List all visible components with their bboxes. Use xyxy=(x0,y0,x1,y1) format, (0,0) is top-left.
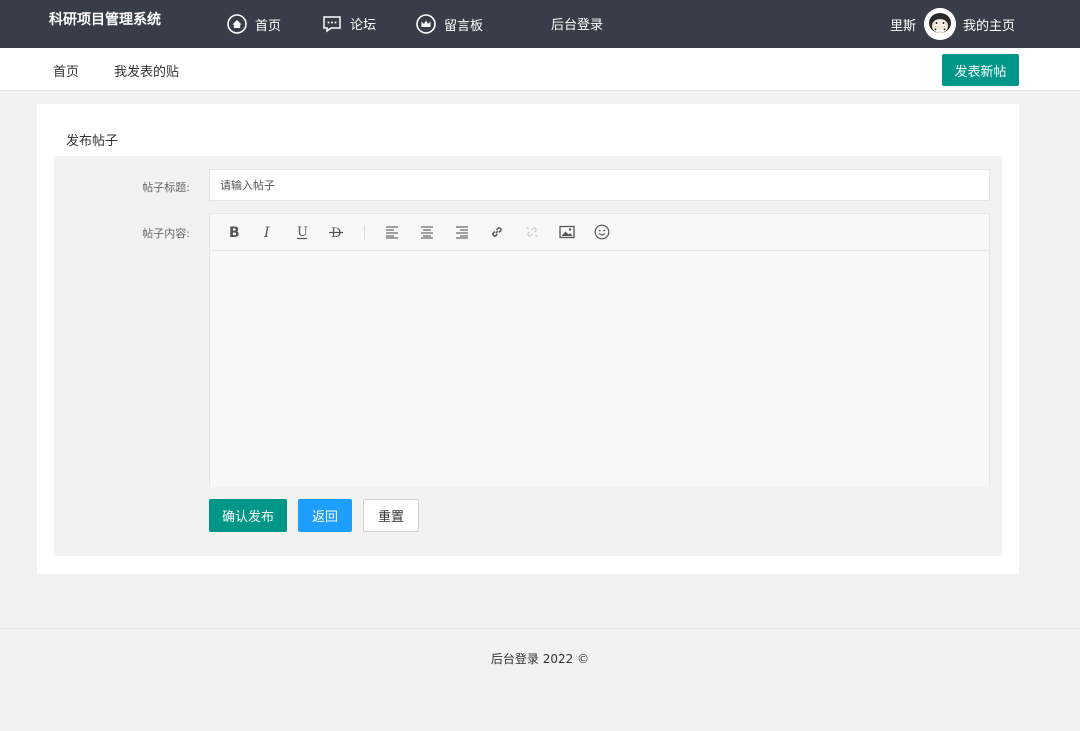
footer: 后台登录 2022 © xyxy=(490,652,590,666)
nav-home[interactable]: 首页 xyxy=(227,14,281,34)
emoji-icon[interactable] xyxy=(591,221,613,243)
avatar-monkey-icon xyxy=(924,8,956,40)
svg-text:U: U xyxy=(297,225,308,240)
sub-navigation: 首页 我发表的贴 发表新帖 xyxy=(0,48,1080,91)
unlink-icon[interactable] xyxy=(521,221,543,243)
italic-icon[interactable]: I xyxy=(257,221,279,243)
nav-admin-login-label: 后台登录 xyxy=(551,18,604,33)
post-form: 帖子标题: 帖子内容: B I U D xyxy=(54,156,1002,556)
subnav-my-posts[interactable]: 我发表的贴 xyxy=(114,61,179,80)
align-right-icon[interactable] xyxy=(451,221,473,243)
align-center-icon[interactable] xyxy=(416,221,438,243)
nav-forum-label: 论坛 xyxy=(350,18,377,33)
nav-message-board-label: 留言板 xyxy=(444,18,484,34)
nav-message-board[interactable]: 留言板 xyxy=(416,14,483,34)
top-header: 科研项目管理系统 首页 论坛 留言板 后台登录 里斯 我的主页 xyxy=(0,0,1080,48)
confirm-publish-button[interactable]: 确认发布 xyxy=(209,499,287,532)
home-icon xyxy=(227,14,247,34)
user-name[interactable]: 里斯 xyxy=(890,15,916,34)
chat-icon xyxy=(323,15,341,32)
new-post-button[interactable]: 发表新帖 xyxy=(942,54,1019,86)
nav-admin-login[interactable]: 后台登录 xyxy=(551,14,603,33)
nav-home-label: 首页 xyxy=(255,18,282,34)
editor-content-area[interactable] xyxy=(210,251,989,487)
reset-button[interactable]: 重置 xyxy=(363,499,419,532)
bold-icon[interactable]: B xyxy=(223,221,245,243)
post-form-card: 发布帖子 帖子标题: 帖子内容: B I U D xyxy=(37,104,1019,574)
link-icon[interactable] xyxy=(486,221,508,243)
strikethrough-icon[interactable]: D xyxy=(325,221,347,243)
content-label: 帖子内容: xyxy=(142,227,190,240)
post-title-input[interactable] xyxy=(209,169,990,201)
back-button[interactable]: 返回 xyxy=(298,499,352,532)
toolbar-separator xyxy=(364,226,365,240)
svg-text:I: I xyxy=(263,225,270,240)
rich-text-editor: B I U D xyxy=(209,213,990,487)
svg-text:B: B xyxy=(229,225,240,240)
subnav-home[interactable]: 首页 xyxy=(53,61,79,80)
title-label: 帖子标题: xyxy=(142,181,190,194)
footer-divider xyxy=(0,628,1080,629)
image-icon[interactable] xyxy=(556,221,578,243)
underline-icon[interactable]: U xyxy=(291,221,313,243)
nav-forum[interactable]: 论坛 xyxy=(322,14,376,33)
brand-title: 科研项目管理系统 xyxy=(49,12,161,28)
crown-icon xyxy=(416,14,436,34)
avatar[interactable] xyxy=(924,8,956,40)
editor-toolbar: B I U D xyxy=(210,214,989,251)
align-left-icon[interactable] xyxy=(381,221,403,243)
card-title: 发布帖子 xyxy=(66,134,119,149)
my-home-link[interactable]: 我的主页 xyxy=(963,15,1015,34)
